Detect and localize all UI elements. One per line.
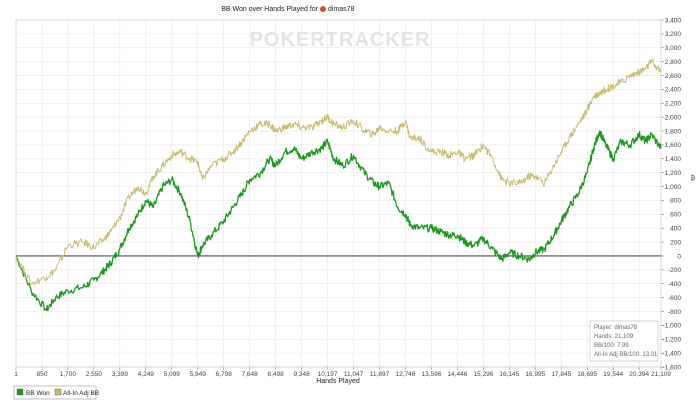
y-tick-label: -400 [668,281,681,288]
x-tick-label: 17,845 [551,371,571,378]
x-tick-label: 14,446 [447,371,467,378]
x-tick-label: 8,498 [268,371,285,378]
x-axis-label: Hands Played [316,378,360,385]
x-tick-label: 12,746 [396,371,416,378]
x-tick-label: 18,695 [577,371,597,378]
legend-label-all-in-adj-bb: All-In Adj BB [63,390,99,397]
y-tick-label: 1,600 [665,142,682,149]
y-tick-label: -600 [668,295,681,302]
y-tick-label: 1,400 [665,156,682,163]
y-tick-label: 1,000 [665,184,682,191]
info-hands: Hands: 21,109 [594,334,634,340]
x-tick-label: 6,798 [216,371,233,378]
x-tick-label: 7,648 [242,371,259,378]
x-tick-label: 16,995 [525,371,545,378]
info-player: Player: dimas78 [594,325,638,331]
y-tick-label: 3,200 [665,31,682,38]
x-tick-label: 15,296 [473,371,493,378]
y-tick-label: 1,800 [665,128,682,135]
y-tick-label: 600 [670,212,681,219]
legend-label-bb-won: BB Won [26,390,50,397]
y-tick-label: 2,200 [665,101,682,108]
player-flag-icon [320,6,326,12]
x-tick-label: 5,949 [190,371,207,378]
x-tick-label: 1 [14,371,18,378]
chart-player-name: dimas78 [328,6,355,13]
y-tick-label: 0 [677,253,681,260]
x-tick-label: 850 [37,371,48,378]
y-tick-label: 2,000 [665,114,682,121]
y-tick-label: 3,000 [665,45,682,52]
watermark-text: POKERTRACKER [250,29,431,51]
x-tick-label: 21,109 [651,371,671,378]
x-tick-label: 11,897 [370,371,390,378]
legend: BB Won All-In Adj BB [13,385,99,400]
x-tick-label: 19,544 [603,371,623,378]
x-tick-label: 4,249 [138,371,155,378]
watermark: POKERTRACKER [250,29,431,51]
legend-swatch-all-in-adj-bb [54,388,62,396]
x-tick-label: 2,550 [86,371,103,378]
y-axis-unit-glyph: ₿ [691,174,696,182]
info-bb100: BB/100: 7.99 [594,343,629,349]
y-tick-label: -1,000 [663,323,682,330]
x-tick-label: 16,145 [499,371,519,378]
x-tick-label: 20,394 [629,371,649,378]
y-tick-label: -200 [668,267,681,274]
y-tick-label: 2,600 [665,73,682,80]
y-tick-label: 400 [670,226,681,233]
y-tick-label: -1,600 [663,364,682,371]
y-tick-label: 1,200 [665,170,682,177]
x-tick-label: 3,399 [112,371,129,378]
chart-title-group: BB Won over Hands Played for dimas78 [221,6,355,13]
x-tick-label: 9,348 [293,371,310,378]
info-box: Player: dimas78 Hands: 21,109 BB/100: 7.… [589,320,659,362]
info-allin-bb100: All-In Adj BB/100: 13.01 [594,352,658,358]
y-tick-label: -1,400 [663,350,682,357]
y-tick-label: -1,200 [663,337,682,344]
y-tick-label: 3,400 [665,17,682,24]
x-tick-label: 1,700 [60,371,77,378]
y-tick-label: -800 [668,309,681,316]
x-tick-label: 10,197 [318,371,338,378]
legend-swatch-bb-won [16,388,24,396]
y-tick-label: 2,800 [665,59,682,66]
chart-title: BB Won over Hands Played for [221,6,318,13]
x-tick-label: 5,099 [164,371,181,378]
bb-won-chart: POKERTRACKER BB Won over Hands Played fo… [0,0,700,406]
y-tick-label: 200 [670,239,681,246]
x-tick-label: 13,596 [421,371,441,378]
y-tick-label: 2,400 [665,87,682,94]
x-tick-label: 11,047 [344,371,364,378]
y-tick-label: 800 [670,198,681,205]
